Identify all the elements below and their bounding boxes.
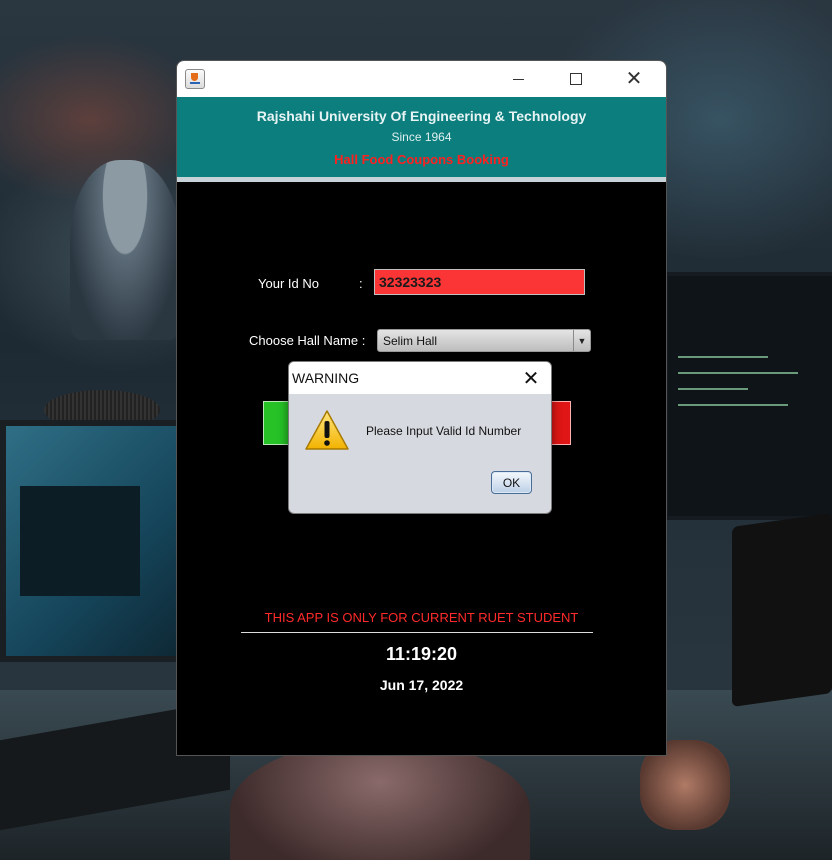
app-header: Rajshahi University Of Engineering & Tec… bbox=[177, 97, 666, 177]
university-name: Rajshahi University Of Engineering & Tec… bbox=[256, 108, 587, 124]
maximize-button[interactable] bbox=[553, 61, 599, 97]
window-titlebar[interactable]: ✕ bbox=[177, 61, 666, 97]
app-subtitle: Hall Food Coupons Booking bbox=[334, 152, 509, 167]
id-label: Your Id No bbox=[258, 276, 319, 291]
background-monitor-right bbox=[664, 272, 832, 520]
background-laptop bbox=[732, 512, 832, 708]
hall-select-dropdown[interactable]: Selim Hall ▼ bbox=[377, 329, 591, 352]
maximize-icon bbox=[570, 73, 582, 85]
dialog-close-icon[interactable]: ✕ bbox=[511, 362, 551, 394]
close-icon: ✕ bbox=[625, 68, 643, 90]
background-person bbox=[70, 160, 180, 340]
dialog-message: Please Input Valid Id Number bbox=[366, 424, 522, 438]
dropdown-arrow-icon[interactable]: ▼ bbox=[573, 330, 590, 351]
footer-note: THIS APP IS ONLY FOR CURRENT RUET STUDEN… bbox=[264, 610, 579, 625]
background-monitor-left bbox=[0, 420, 190, 662]
minimize-icon bbox=[512, 78, 524, 80]
id-number-input[interactable] bbox=[374, 269, 585, 295]
hall-selected-value: Selim Hall bbox=[383, 334, 438, 348]
minimize-button[interactable] bbox=[495, 61, 541, 97]
close-button[interactable]: ✕ bbox=[611, 61, 657, 97]
dialog-title: WARNING bbox=[292, 370, 360, 386]
warning-icon bbox=[305, 410, 349, 450]
id-colon: : bbox=[359, 276, 363, 291]
clock-date: Jun 17, 2022 bbox=[379, 677, 464, 693]
clock-time: 11:19:20 bbox=[385, 644, 458, 664]
hall-label: Choose Hall Name : bbox=[249, 333, 366, 348]
ok-button[interactable]: OK bbox=[491, 471, 532, 494]
warning-dialog: WARNING ✕ Please Input Valid Id Number O… bbox=[288, 361, 552, 514]
header-divider bbox=[177, 177, 666, 182]
java-app-icon[interactable] bbox=[185, 69, 205, 89]
since-label: Since 1964 bbox=[391, 130, 452, 144]
footer-divider bbox=[241, 632, 593, 633]
dialog-titlebar[interactable]: WARNING ✕ bbox=[289, 362, 551, 394]
